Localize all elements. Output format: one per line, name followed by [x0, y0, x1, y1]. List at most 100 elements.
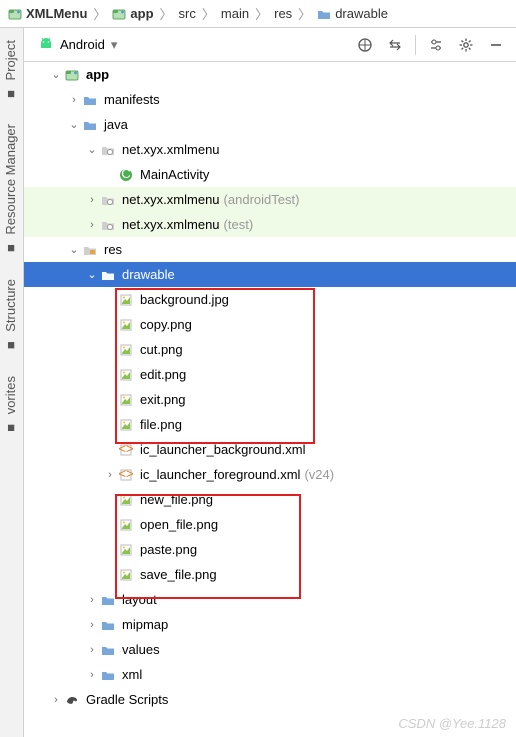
tree-label: Gradle Scripts — [86, 692, 168, 707]
tree-suffix: (androidTest) — [224, 192, 300, 207]
breadcrumb-item[interactable]: drawable — [315, 6, 390, 21]
tool-tab-label: Project — [3, 40, 18, 80]
structure-icon: ■ — [4, 338, 18, 352]
tool-tab-label: Resource Manager — [3, 124, 18, 235]
tree-row[interactable]: ›<>ic_launcher_foreground.xml (v24) — [24, 462, 516, 487]
breadcrumb-item[interactable]: main — [219, 6, 251, 21]
tool-tab-label: vorites — [3, 376, 18, 414]
chevron-down-icon[interactable]: ⌄ — [66, 118, 82, 131]
project-tree[interactable]: ⌄app › manifests ⌄ java ⌄ net.xyx.xmlmenu CMain… — [24, 62, 516, 737]
expand-all-button[interactable] — [383, 33, 407, 57]
tree-label: edit.png — [140, 367, 186, 382]
module-icon — [64, 67, 80, 83]
chevron-right-icon[interactable]: › — [48, 694, 64, 706]
tree-row[interactable]: paste.png — [24, 537, 516, 562]
tree-row[interactable]: › manifests — [24, 87, 516, 112]
tree-row[interactable]: CMainActivity — [24, 162, 516, 187]
breadcrumb-sep: 〉 — [160, 4, 173, 23]
gear-button[interactable] — [454, 33, 478, 57]
chevron-right-icon[interactable]: › — [84, 594, 100, 606]
image-icon — [118, 342, 134, 358]
tool-window-tab[interactable]: ■Project — [0, 28, 21, 112]
tree-row[interactable]: ⌄res — [24, 237, 516, 262]
tree-row[interactable]: ›xml — [24, 662, 516, 687]
chevron-right-icon[interactable]: › — [84, 669, 100, 681]
folder-icon — [82, 117, 98, 133]
chevron-down-icon[interactable]: ⌄ — [84, 268, 100, 281]
tree-row[interactable]: › net.xyx.xmlmenu (androidTest) — [24, 187, 516, 212]
tree-row[interactable]: ⌄ java — [24, 112, 516, 137]
chevron-right-icon[interactable]: › — [84, 194, 100, 206]
view-mode-dropdown[interactable]: Android ▾ — [32, 35, 123, 55]
chevron-right-icon[interactable]: › — [66, 94, 82, 106]
tree-row[interactable]: background.jpg — [24, 287, 516, 312]
folder-sel-icon — [100, 267, 116, 283]
breadcrumb-label: main — [221, 6, 249, 21]
res-icon — [82, 242, 98, 258]
breadcrumb-sep: 〉 — [202, 4, 215, 23]
breadcrumb-item[interactable]: res — [272, 6, 294, 21]
chevron-down-icon[interactable]: ⌄ — [66, 243, 82, 256]
chevron-right-icon[interactable]: › — [102, 469, 118, 481]
tree-row[interactable]: ⌄ net.xyx.xmlmenu — [24, 137, 516, 162]
svg-text:C: C — [121, 168, 130, 181]
tree-label: ic_launcher_background.xml — [140, 442, 305, 457]
package-icon — [100, 217, 116, 233]
chevron-right-icon[interactable]: › — [84, 644, 100, 656]
image-icon — [118, 367, 134, 383]
tree-label: values — [122, 642, 160, 657]
tool-window-tab[interactable]: ■ vorites — [0, 364, 21, 446]
breadcrumb-item[interactable]: app — [110, 6, 155, 21]
breadcrumb-item[interactable]: src — [177, 6, 198, 21]
tree-label: net.xyx.xmlmenu — [122, 192, 220, 207]
tree-row[interactable]: edit.png — [24, 362, 516, 387]
chevron-down-icon[interactable]: ⌄ — [84, 143, 100, 156]
breadcrumb-item[interactable]: XMLMenu — [6, 6, 89, 21]
image-icon — [118, 492, 134, 508]
tree-row[interactable]: <> ic_launcher_background.xml — [24, 437, 516, 462]
tree-row[interactable]: ⌄app — [24, 62, 516, 87]
tree-label: net.xyx.xmlmenu — [122, 217, 220, 232]
folder-icon — [100, 667, 116, 683]
tree-label: background.jpg — [140, 292, 229, 307]
tree-row[interactable]: copy.png — [24, 312, 516, 337]
package-icon — [100, 142, 116, 158]
tree-row[interactable]: open_file.png — [24, 512, 516, 537]
tree-row[interactable]: › Gradle Scripts — [24, 687, 516, 712]
tree-row[interactable]: file.png — [24, 412, 516, 437]
breadcrumb: XMLMenu〉app〉src〉main〉res〉drawable — [0, 0, 516, 28]
tree-row[interactable]: ›net.xyx.xmlmenu (test) — [24, 212, 516, 237]
tool-window-tab[interactable]: ■ Structure — [0, 267, 21, 364]
tree-row[interactable]: new_file.png — [24, 487, 516, 512]
tree-label: java — [104, 117, 128, 132]
tree-label: layout — [122, 592, 157, 607]
tree-row[interactable]: cut.png — [24, 337, 516, 362]
tree-label: manifests — [104, 92, 160, 107]
module-icon — [112, 7, 126, 21]
gradle-icon — [64, 692, 80, 708]
tree-row[interactable]: ›mipmap — [24, 612, 516, 637]
breadcrumb-label: XMLMenu — [26, 6, 87, 21]
tool-window-tab[interactable]: ■Resource Manager — [0, 112, 21, 267]
image-icon — [118, 517, 134, 533]
tree-row[interactable]: › layout — [24, 587, 516, 612]
breadcrumb-sep: 〉 — [255, 4, 268, 23]
tree-label: new_file.png — [140, 492, 213, 507]
tree-label: net.xyx.xmlmenu — [122, 142, 220, 157]
toolbar-divider — [415, 35, 416, 55]
chevron-right-icon[interactable]: › — [84, 219, 100, 231]
tree-row[interactable]: save_file.png — [24, 562, 516, 587]
select-opened-file-button[interactable] — [353, 33, 377, 57]
folder-icon — [100, 642, 116, 658]
hide-button[interactable] — [484, 33, 508, 57]
favorites-icon: ■ — [4, 420, 18, 434]
settings-sliders-button[interactable] — [424, 33, 448, 57]
xml-icon: <> — [118, 442, 134, 458]
tree-row[interactable]: › values — [24, 637, 516, 662]
tool-tab-label: Structure — [3, 279, 18, 332]
chevron-down-icon[interactable]: ⌄ — [48, 68, 64, 81]
chevron-right-icon[interactable]: › — [84, 619, 100, 631]
package-icon — [100, 192, 116, 208]
tree-row[interactable]: ⌄drawable — [24, 262, 516, 287]
tree-row[interactable]: exit.png — [24, 387, 516, 412]
